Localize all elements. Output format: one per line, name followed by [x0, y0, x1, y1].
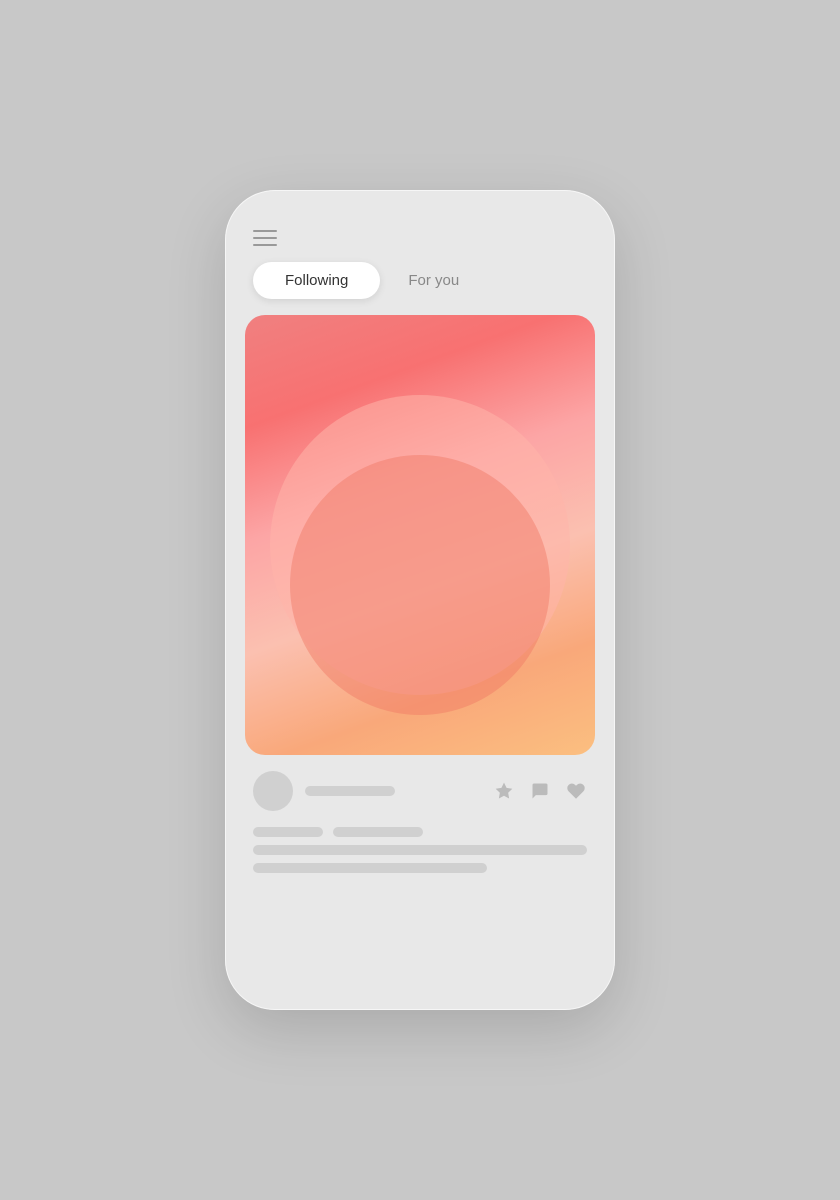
hamburger-line-3	[253, 244, 277, 246]
post-author	[253, 771, 395, 811]
post-meta	[245, 771, 595, 811]
hamburger-icon[interactable]	[253, 230, 277, 246]
post-image-gradient	[245, 315, 595, 755]
post-image	[245, 315, 595, 755]
tag-bar-1	[253, 827, 323, 837]
content-line-2	[253, 863, 487, 873]
bookmark-icon[interactable]	[493, 780, 515, 802]
post-actions	[493, 780, 587, 802]
circle-medium	[290, 455, 550, 715]
phone-frame: Following For you	[225, 190, 615, 1010]
heart-icon[interactable]	[565, 780, 587, 802]
tab-bar: Following For you	[245, 262, 595, 299]
tab-following[interactable]: Following	[253, 262, 380, 299]
tab-foryou[interactable]: For you	[380, 262, 487, 299]
hamburger-line-2	[253, 237, 277, 239]
comment-icon[interactable]	[529, 780, 551, 802]
avatar	[253, 771, 293, 811]
content-line-1	[253, 845, 587, 855]
tags-row	[253, 827, 587, 837]
hamburger-line-1	[253, 230, 277, 232]
post-content	[245, 827, 595, 873]
author-name-bar	[305, 786, 395, 796]
header-bar	[245, 230, 595, 246]
tag-bar-2	[333, 827, 423, 837]
